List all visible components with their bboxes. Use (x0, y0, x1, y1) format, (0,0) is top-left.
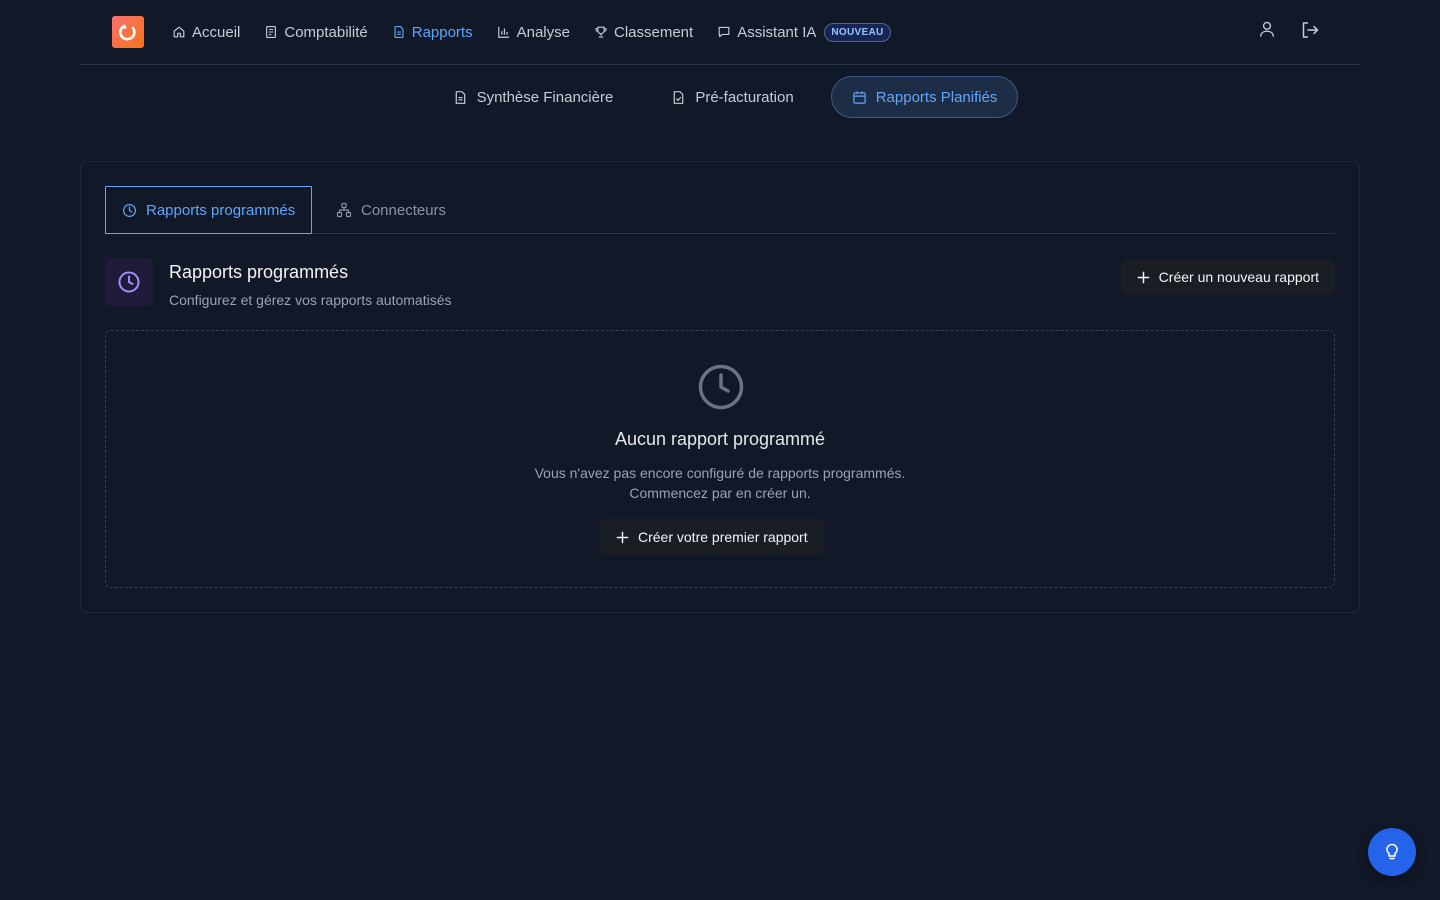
subtab-label: Rapports Planifiés (875, 88, 998, 106)
subtab-label: Synthèse Financière (476, 88, 614, 106)
scheduled-reports-card: Rapports programmés Connecteurs Rapports… (80, 161, 1360, 613)
empty-desc-line-1: Vous n'avez pas encore configuré de rapp… (534, 465, 906, 481)
nav-item-comptabilite[interactable]: Comptabilité (264, 23, 368, 41)
new-badge: NOUVEAU (824, 22, 891, 42)
clock-icon (697, 363, 745, 411)
subtab-rapports-planifies[interactable]: Rapports Planifiés (830, 76, 1019, 118)
logo-icon (119, 24, 136, 41)
section-header: Rapports programmés Configurez et gérez … (105, 258, 1335, 314)
network-icon (336, 202, 352, 218)
nav-item-label: Comptabilité (284, 23, 368, 41)
home-icon (172, 25, 186, 39)
nav-item-label: Assistant IA (737, 23, 817, 41)
button-label: Créer votre premier rapport (638, 529, 808, 545)
empty-state-description: Vous n'avez pas encore configuré de rapp… (106, 463, 1334, 503)
nav-item-analyse[interactable]: Analyse (497, 24, 570, 41)
nav-item-accueil[interactable]: Accueil (172, 24, 240, 41)
subtab-pre-facturation[interactable]: Pré-facturation (650, 76, 814, 118)
section-subtitle: Configurez et gérez vos rapports automat… (169, 292, 452, 308)
nav-item-rapports[interactable]: Rapports (392, 24, 473, 41)
top-navigation: Accueil Comptabilité Rapports Analyse Cl… (80, 0, 1360, 65)
chat-icon (717, 25, 731, 39)
section-icon (105, 258, 153, 306)
nav-item-classement[interactable]: Classement (594, 24, 693, 41)
nav-item-label: Rapports (411, 23, 473, 41)
tab-rapports-programmes[interactable]: Rapports programmés (105, 186, 312, 234)
receipt-icon (264, 25, 278, 39)
clock-icon (122, 203, 137, 218)
file-check-icon (671, 90, 686, 105)
tab-label: Connecteurs (361, 201, 447, 219)
create-new-report-button[interactable]: Créer un nouveau rapport (1120, 259, 1335, 295)
plus-icon (1137, 271, 1150, 284)
empty-state-title: Aucun rapport programmé (614, 429, 826, 449)
lightbulb-icon (1382, 842, 1402, 862)
clock-icon (117, 270, 141, 294)
nav-item-label: Analyse (516, 23, 570, 41)
subtab-label: Pré-facturation (695, 88, 794, 106)
user-actions (1258, 20, 1320, 40)
subtab-synthese-financiere[interactable]: Synthèse Financière (432, 76, 635, 118)
app-logo[interactable] (112, 16, 144, 48)
calendar-icon (852, 90, 867, 105)
empty-desc-line-2: Commencez par en créer un. (629, 485, 811, 501)
create-first-report-button[interactable]: Créer votre premier rapport (600, 519, 824, 555)
card-tabs: Rapports programmés Connecteurs (105, 186, 1335, 234)
bar-chart-icon (497, 25, 511, 39)
plus-icon (616, 531, 629, 544)
nav-item-label: Classement (613, 23, 694, 41)
tips-fab-button[interactable] (1368, 828, 1416, 876)
section-title: Rapports programmés (169, 262, 349, 282)
main-nav: Accueil Comptabilité Rapports Analyse Cl… (172, 16, 915, 48)
file-text-icon (392, 25, 406, 39)
tab-connecteurs[interactable]: Connecteurs (312, 186, 462, 234)
button-label: Créer un nouveau rapport (1158, 269, 1319, 285)
nav-item-assistant-ia[interactable]: Assistant IA NOUVEAU (717, 22, 891, 42)
empty-state: Aucun rapport programmé Vous n'avez pas … (105, 330, 1335, 588)
user-profile-icon[interactable] (1258, 20, 1276, 40)
reports-subnav: Synthèse Financière Pré-facturation Rapp… (0, 76, 1440, 118)
trophy-icon (594, 25, 608, 39)
tab-label: Rapports programmés (146, 201, 296, 219)
logout-icon[interactable] (1300, 20, 1320, 40)
file-text-icon (453, 90, 468, 105)
nav-item-label: Accueil (192, 23, 241, 41)
